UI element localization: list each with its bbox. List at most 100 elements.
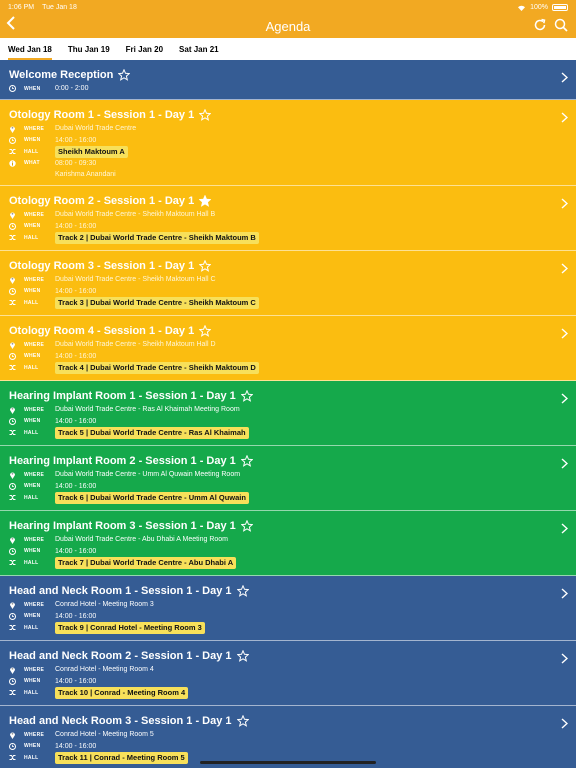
search-button[interactable] <box>553 17 569 38</box>
session-when-row: WHEN 14:00 - 16:00 <box>9 546 567 558</box>
session-when-row: WHEN 14:00 - 16:00 <box>9 676 567 688</box>
clock-icon <box>9 677 16 685</box>
star-icon[interactable] <box>240 455 253 467</box>
row-label: HALL <box>24 624 39 631</box>
shuffle-icon <box>9 300 16 306</box>
clock-icon <box>9 287 16 295</box>
row-label: HALL <box>24 559 39 566</box>
session-hall-row: HALL Track 9 | Conrad Hotel - Meeting Roo… <box>9 621 567 634</box>
star-icon[interactable] <box>199 260 212 272</box>
row-label: WHERE <box>24 341 45 348</box>
session-card[interactable]: Hearing Implant Room 3 - Session 1 - Day… <box>0 511 576 576</box>
chevron-right-icon <box>561 198 569 209</box>
session-where-row: WHERE Conrad Hotel - Meeting Room 5 <box>9 729 567 741</box>
star-icon[interactable] <box>236 715 249 727</box>
refresh-button[interactable] <box>532 17 548 38</box>
clock-icon <box>9 85 16 93</box>
star-icon[interactable] <box>199 325 212 337</box>
star-icon[interactable] <box>118 69 131 81</box>
row-label: WHEN <box>24 85 41 92</box>
clock-icon <box>9 547 16 555</box>
session-detail-row: Karishma Anandani <box>9 169 567 181</box>
row-label: WHEN <box>24 613 41 620</box>
session-title: Hearing Implant Room 2 - Session 1 - Day… <box>9 455 236 467</box>
tab-fri-jan-20[interactable]: Fri Jan 20 <box>126 38 163 60</box>
star-icon[interactable] <box>240 520 253 532</box>
session-hall-row: HALL Track 2 | Dubai World Trade Centre -… <box>9 231 567 244</box>
session-card[interactable]: Otology Room 1 - Session 1 - Day 1 WHERE D… <box>0 100 576 186</box>
session-when-row: WHEN 0:00 - 2:00 <box>9 83 567 95</box>
location-pin-icon <box>10 126 15 133</box>
agenda-list[interactable]: Welcome Reception WHEN 0:00 - 2:00 Otology … <box>0 60 576 768</box>
row-label: WHERE <box>24 125 45 132</box>
row-label: WHERE <box>24 666 45 673</box>
session-where: Dubai World Trade Centre - Sheikh Maktou… <box>55 211 216 219</box>
star-icon[interactable] <box>199 195 212 207</box>
star-icon[interactable] <box>236 650 249 662</box>
session-when-row: WHEN 14:00 - 16:00 <box>9 741 567 753</box>
row-label: HALL <box>24 429 39 436</box>
session-where: Dubai World Trade Centre - Abu Dhabi A M… <box>55 536 229 544</box>
row-label: HALL <box>24 364 39 371</box>
back-button[interactable] <box>6 16 16 36</box>
session-card[interactable]: Head and Neck Room 1 - Session 1 - Day 1… <box>0 576 576 641</box>
session-title-row: Hearing Implant Room 3 - Session 1 - Day… <box>9 518 567 534</box>
refresh-icon <box>534 18 546 31</box>
star-icon[interactable] <box>199 109 212 121</box>
row-label: WHEN <box>24 743 41 750</box>
session-when: 14:00 - 16:00 <box>55 417 97 425</box>
session-where-row: WHERE Dubai World Trade Centre - Ras Al K… <box>9 404 567 416</box>
session-when: 14:00 - 16:00 <box>55 136 97 144</box>
session-where-row: WHERE Dubai World Trade Centre - Sheikh M… <box>9 274 567 286</box>
session-title-row: Head and Neck Room 2 - Session 1 - Day 1 <box>9 648 567 664</box>
row-label: WHERE <box>24 601 45 608</box>
chevron-right-icon <box>561 523 569 534</box>
session-hall: Track 11 | Conrad - Meeting Room 5 <box>55 751 188 764</box>
session-card[interactable]: Head and Neck Room 3 - Session 1 - Day 1… <box>0 706 576 768</box>
tab-thu-jan-19[interactable]: Thu Jan 19 <box>68 38 110 60</box>
session-where: Dubai World Trade Centre <box>55 125 137 133</box>
session-title-row: Otology Room 2 - Session 1 - Day 1 <box>9 193 567 209</box>
star-icon[interactable] <box>236 585 249 597</box>
row-label: WHERE <box>24 731 45 738</box>
session-card[interactable]: Hearing Implant Room 2 - Session 1 - Day… <box>0 446 576 511</box>
session-card[interactable]: Otology Room 4 - Session 1 - Day 1 WHERE D… <box>0 316 576 381</box>
session-title-row: Otology Room 1 - Session 1 - Day 1 <box>9 107 567 123</box>
tab-label: Wed Jan 18 <box>8 44 52 54</box>
session-hall: Sheikh Maktoum A <box>55 145 128 158</box>
star-icon[interactable] <box>240 390 253 402</box>
location-pin-icon <box>10 342 15 349</box>
session-when-row: WHEN 14:00 - 16:00 <box>9 286 567 298</box>
chevron-right-icon <box>561 72 569 83</box>
tab-sat-jan-21[interactable]: Sat Jan 21 <box>179 38 219 60</box>
location-pin-icon <box>10 212 15 219</box>
shuffle-icon <box>9 149 16 155</box>
clock-icon <box>9 417 16 425</box>
session-when: 14:00 - 16:00 <box>55 482 97 490</box>
session-card[interactable]: Head and Neck Room 2 - Session 1 - Day 1… <box>0 641 576 706</box>
location-pin-icon <box>10 602 15 609</box>
session-hall-row: HALL Sheikh Maktoum A <box>9 145 567 158</box>
row-label: WHEN <box>24 137 41 144</box>
location-pin-icon <box>10 537 15 544</box>
session-when: 14:00 - 16:00 <box>55 547 97 555</box>
status-time: 1:06 PM <box>8 3 35 11</box>
session-where-row: WHERE Dubai World Trade Centre - Umm Al Q… <box>9 469 567 481</box>
shuffle-icon <box>9 690 16 696</box>
session-where-row: WHERE Dubai World Trade Centre <box>9 123 567 135</box>
session-where: Dubai World Trade Centre - Sheikh Maktou… <box>55 276 216 284</box>
session-where-row: WHERE Dubai World Trade Centre - Sheikh M… <box>9 339 567 351</box>
session-title-row: Otology Room 3 - Session 1 - Day 1 <box>9 258 567 274</box>
session-where: Dubai World Trade Centre - Umm Al Quwain… <box>55 471 241 479</box>
info-icon <box>9 160 16 167</box>
session-when: 0:00 - 2:00 <box>55 85 89 93</box>
session-card[interactable]: Hearing Implant Room 1 - Session 1 - Day… <box>0 381 576 446</box>
clock-icon <box>9 136 16 144</box>
session-what: 08:00 - 09:30 <box>55 159 97 167</box>
tab-wed-jan-18[interactable]: Wed Jan 18 <box>8 38 52 60</box>
session-card[interactable]: Welcome Reception WHEN 0:00 - 2:00 <box>0 60 576 100</box>
location-pin-icon <box>10 472 15 479</box>
session-card[interactable]: Otology Room 3 - Session 1 - Day 1 WHERE D… <box>0 251 576 316</box>
session-card[interactable]: Otology Room 2 - Session 1 - Day 1 WHERE D… <box>0 186 576 251</box>
clock-icon <box>9 352 16 360</box>
